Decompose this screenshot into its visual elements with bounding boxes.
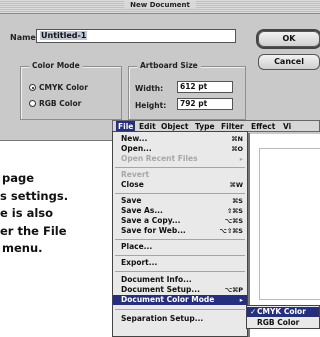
menu-item-label: Save As...	[121, 206, 163, 215]
color-mode-submenu: ✓ CMYK Color RGB Color	[246, 305, 320, 329]
menu-item-shortcut: ⌥⇧⌘S	[219, 227, 243, 235]
menu-item-place[interactable]: Place...	[113, 242, 247, 252]
radio-selected-icon	[29, 84, 36, 91]
cmyk-radio[interactable]: CMYK Color	[29, 83, 88, 92]
menu-separator	[115, 239, 245, 240]
menu-item-export[interactable]: Export...	[113, 258, 247, 268]
menu-view[interactable]: Vi	[281, 121, 293, 132]
menu-item-shortcut: ⌘S	[232, 197, 243, 205]
caption-line: e is also	[0, 206, 54, 220]
file-menu: New... ⌘N Open... ⌘O Open Recent Files ▸ Re…	[112, 131, 248, 337]
menu-item-open[interactable]: Open... ⌘O	[113, 144, 247, 154]
caption-line: menu.	[2, 241, 43, 255]
artboard-size-title: Artboard Size	[137, 61, 201, 70]
menu-separator	[115, 167, 245, 168]
caption-text: page s settings. e is also er the File m…	[0, 170, 68, 258]
submenu-item-label: CMYK Color	[257, 307, 306, 316]
color-mode-group: Color Mode CMYK Color RGB Color	[20, 61, 122, 120]
menu-item-label: Document Info...	[121, 275, 192, 284]
height-label: Height:	[135, 101, 167, 110]
checkmark-icon: ✓	[250, 307, 257, 316]
menu-effect[interactable]: Effect	[249, 121, 277, 132]
menu-item-label: Place...	[121, 242, 153, 251]
menu-item-label: New...	[121, 134, 148, 143]
caption-line: page	[2, 171, 35, 185]
menu-item-label: Save for Web...	[121, 226, 186, 235]
artboard-size-group: Artboard Size Width: 612 pt Height: 792 …	[128, 61, 246, 120]
menu-item-save[interactable]: Save ⌘S	[113, 196, 247, 206]
menu-item-shortcut: ⌘N	[231, 135, 243, 143]
submenu-item-label: RGB Color	[257, 318, 300, 327]
menu-item-label: Revert	[121, 170, 150, 179]
cmyk-radio-label: CMYK Color	[39, 83, 88, 92]
menu-item-open-recent[interactable]: Open Recent Files ▸	[113, 154, 247, 164]
menu-item-label: Save	[121, 196, 142, 205]
submenu-item-rgb[interactable]: RGB Color	[247, 318, 319, 328]
menu-item-label: Document Color Mode	[121, 295, 215, 304]
width-field[interactable]: 612 pt	[177, 81, 233, 93]
menu-item-shortcut: ⌥⌘P	[224, 286, 243, 294]
menu-item-shortcut: ⌘W	[229, 181, 243, 189]
submenu-arrow-icon: ▸	[239, 296, 243, 304]
menu-separator	[115, 255, 245, 256]
color-mode-title: Color Mode	[29, 61, 83, 70]
menu-item-save-copy[interactable]: Save a Copy... ⌥⌘S	[113, 216, 247, 226]
menu-item-document-color-mode[interactable]: Document Color Mode ▸	[113, 295, 247, 305]
menu-item-label: Open Recent Files	[121, 154, 198, 163]
menu-item-label: Document Setup...	[121, 285, 200, 294]
menu-separator	[115, 309, 245, 310]
cancel-button[interactable]: Cancel	[258, 54, 320, 70]
ok-button[interactable]: OK	[258, 31, 320, 47]
menu-item-revert[interactable]: Revert	[113, 170, 247, 180]
dialog-title: New Document	[124, 1, 196, 9]
menu-separator	[115, 271, 245, 272]
rgb-radio[interactable]: RGB Color	[29, 99, 81, 108]
caption-line: s settings.	[0, 188, 69, 203]
submenu-item-cmyk[interactable]: ✓ CMYK Color	[247, 307, 319, 317]
menu-item-shortcut: ⇧⌘S	[226, 207, 243, 215]
menu-item-save-for-web[interactable]: Save for Web... ⌥⇧⌘S	[113, 226, 247, 236]
radio-empty-icon	[29, 100, 36, 107]
menu-item-new[interactable]: New... ⌘N	[113, 134, 247, 144]
document-window	[248, 134, 320, 304]
menu-separator	[115, 193, 245, 194]
caption-line: er the File	[0, 223, 67, 238]
menu-item-label: Open...	[121, 144, 152, 153]
menu-item-separation-setup[interactable]: Separation Setup...	[113, 314, 247, 324]
menu-item-label: Save a Copy...	[121, 216, 181, 225]
rgb-radio-label: RGB Color	[39, 99, 82, 108]
artboard	[259, 148, 320, 300]
height-field[interactable]: 792 pt	[177, 98, 233, 110]
menu-item-shortcut: ⌘O	[231, 145, 243, 153]
dialog-titlebar[interactable]: New Document	[0, 0, 320, 14]
menu-item-document-setup[interactable]: Document Setup... ⌥⌘P	[113, 285, 247, 295]
name-label: Name:	[10, 33, 40, 42]
width-label: Width:	[135, 84, 164, 93]
menu-item-label: Close	[121, 180, 144, 189]
menu-item-label: Separation Setup...	[121, 314, 204, 323]
submenu-arrow-icon: ▸	[239, 155, 243, 163]
menu-item-document-info[interactable]: Document Info...	[113, 275, 247, 285]
name-field[interactable]: Untitled-1	[36, 29, 236, 43]
menu-item-close[interactable]: Close ⌘W	[113, 180, 247, 190]
menu-item-label: Export...	[121, 258, 158, 267]
name-value: Untitled-1	[40, 31, 88, 40]
menu-item-save-as[interactable]: Save As... ⇧⌘S	[113, 206, 247, 216]
menu-item-shortcut: ⌥⌘S	[224, 217, 243, 225]
